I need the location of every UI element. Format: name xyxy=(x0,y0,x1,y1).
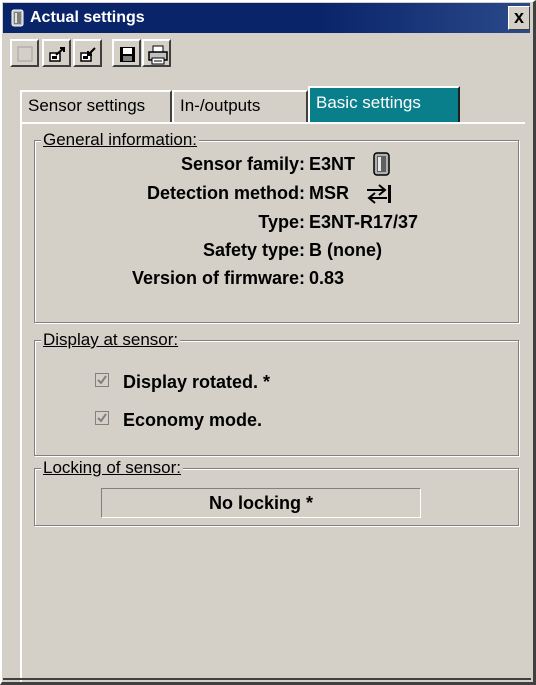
blank-icon xyxy=(17,46,33,62)
save-button[interactable] xyxy=(112,39,141,67)
download-icon xyxy=(80,47,96,62)
close-button[interactable]: x xyxy=(508,6,530,30)
basic-settings-panel: General information: Sensor family: E3NT… xyxy=(20,122,525,682)
tab-in-outputs[interactable]: In-/outputs xyxy=(172,90,308,122)
display-rotated-label: Display rotated. * xyxy=(123,372,271,392)
display-rotated-check[interactable] xyxy=(95,373,109,387)
window-bottom-edge xyxy=(3,678,531,680)
checkmark-icon xyxy=(97,375,107,385)
safety-type-label: Safety type: xyxy=(202,240,305,260)
display-rotated-checkbox[interactable]: Display rotated. * xyxy=(95,371,395,395)
economy-mode-check[interactable] xyxy=(95,411,109,425)
tab-basic-settings[interactable]: Basic settings xyxy=(308,86,460,122)
toolbar xyxy=(10,39,510,69)
sensor-icon xyxy=(10,9,26,27)
safety-type-value: B (none) xyxy=(309,240,382,260)
sensor-family-value: E3NT xyxy=(309,154,356,174)
display-at-sensor-group: Display at sensor: Display rotated. * Ec… xyxy=(34,330,519,456)
window-title: Actual settings xyxy=(30,9,145,26)
upload-icon xyxy=(49,47,65,62)
sensor-family-row: Sensor family: E3NT xyxy=(35,152,495,177)
safety-type-row: Safety type: B (none) xyxy=(35,239,495,263)
tab-strip: Sensor settings In-/outputs Basic settin… xyxy=(20,86,520,124)
economy-mode-checkbox[interactable]: Economy mode. xyxy=(95,409,395,433)
print-icon xyxy=(148,45,168,65)
blank-button[interactable] xyxy=(10,39,39,67)
firmware-version-label: Version of firmware: xyxy=(131,268,305,288)
general-information-legend: General information: xyxy=(41,130,200,150)
sensor-icon xyxy=(371,151,393,182)
print-button[interactable] xyxy=(142,39,171,67)
display-at-sensor-legend: Display at sensor: xyxy=(41,330,181,350)
economy-mode-label: Economy mode. xyxy=(123,410,263,430)
upload-button[interactable] xyxy=(42,39,71,67)
download-button[interactable] xyxy=(73,39,102,67)
detection-method-label: Detection method: xyxy=(146,183,305,203)
tab-sensor-settings[interactable]: Sensor settings xyxy=(20,90,172,122)
locking-status-field[interactable]: No locking * xyxy=(101,488,421,518)
sensor-family-label: Sensor family: xyxy=(180,154,305,174)
title-bar[interactable]: Actual settings x xyxy=(3,3,530,33)
type-value: E3NT-R17/37 xyxy=(309,212,419,232)
firmware-version-row: Version of firmware: 0.83 xyxy=(35,267,495,291)
detection-method-value: MSR xyxy=(309,183,349,203)
firmware-version-value: 0.83 xyxy=(309,268,345,288)
type-label: Type: xyxy=(258,212,305,232)
type-row: Type: E3NT-R17/37 xyxy=(35,211,495,235)
save-icon xyxy=(120,47,135,62)
locking-of-sensor-group: Locking of sensor: No locking * xyxy=(34,458,519,526)
checkmark-icon xyxy=(97,413,107,423)
locking-of-sensor-legend: Locking of sensor: xyxy=(41,458,183,478)
reflect-arrows-icon xyxy=(365,183,395,210)
detection-method-row: Detection method: MSR xyxy=(35,182,495,206)
general-information-group: General information: Sensor family: E3NT… xyxy=(34,130,519,323)
